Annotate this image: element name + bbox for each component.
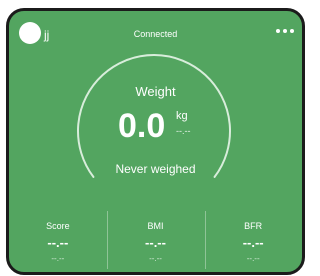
weight-unit: kg [176,110,188,122]
stat-bmi[interactable]: BMI --.-- --.-- [107,209,205,272]
stat-value: --.-- [145,235,166,250]
stat-bfr[interactable]: BFR --.-- --.-- [204,209,302,272]
stats-row: Score --.-- --.-- BMI --.-- --.-- BFR --… [9,209,302,272]
stat-sub-value: --.-- [51,254,65,263]
weight-secondary-value: --.-- [176,126,191,136]
stat-label: BFR [244,221,263,231]
weight-card: jj Connected Weight 0.0 kg --.-- Never w… [6,8,305,275]
weight-label: Weight [135,84,176,99]
stat-label: Score [46,221,70,231]
stat-sub-value: --.-- [149,254,162,263]
stat-value: --.-- [242,235,264,250]
stat-value: --.-- [47,235,69,250]
stat-label: BMI [147,221,164,231]
weigh-status-message: Never weighed [115,162,196,176]
weight-value: 0.0 [118,107,166,145]
stat-sub-value: --.-- [246,254,260,263]
stat-score[interactable]: Score --.-- --.-- [9,209,107,272]
